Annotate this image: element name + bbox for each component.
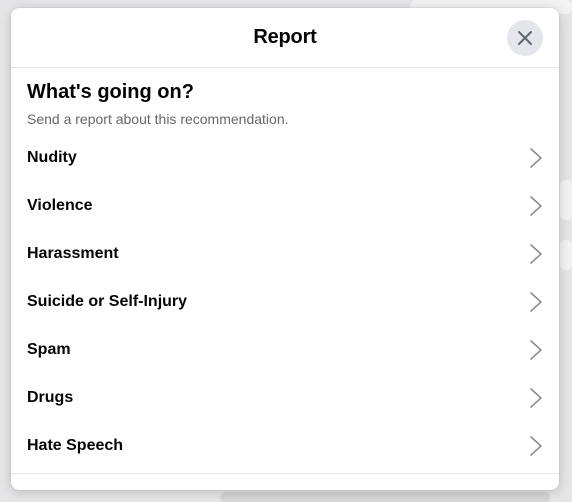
dialog-title: Report bbox=[253, 26, 317, 48]
close-button[interactable] bbox=[507, 20, 543, 56]
option-label: Violence bbox=[27, 197, 93, 214]
report-dialog: Report What's going on? Send a report ab… bbox=[11, 8, 559, 490]
option-label: Suicide or Self-Injury bbox=[27, 293, 188, 310]
close-icon bbox=[517, 30, 533, 46]
chevron-right-icon bbox=[529, 147, 543, 169]
backdrop-shape bbox=[560, 180, 572, 220]
intro-subtitle: Send a report about this recommendation. bbox=[27, 111, 289, 127]
intro-section: What's going on? Send a report about thi… bbox=[11, 68, 559, 128]
report-options-list: Nudity Violence Harassment Suicide or Se… bbox=[11, 134, 559, 470]
bottom-divider bbox=[11, 473, 559, 474]
dialog-header: Report bbox=[11, 8, 559, 68]
chevron-right-icon bbox=[529, 435, 543, 457]
report-option-spam[interactable]: Spam bbox=[11, 326, 559, 374]
report-option-suicide-self-injury[interactable]: Suicide or Self-Injury bbox=[11, 278, 559, 326]
option-label: Harassment bbox=[27, 245, 119, 262]
report-option-hate-speech[interactable]: Hate Speech bbox=[11, 422, 559, 470]
chevron-right-icon bbox=[529, 339, 543, 361]
backdrop-shape bbox=[220, 492, 550, 502]
intro-heading: What's going on? bbox=[27, 81, 194, 103]
chevron-right-icon bbox=[529, 387, 543, 409]
chevron-right-icon bbox=[529, 195, 543, 217]
chevron-right-icon bbox=[529, 291, 543, 313]
option-label: Hate Speech bbox=[27, 437, 124, 454]
report-option-drugs[interactable]: Drugs bbox=[11, 374, 559, 422]
report-option-nudity[interactable]: Nudity bbox=[11, 134, 559, 182]
report-option-harassment[interactable]: Harassment bbox=[11, 230, 559, 278]
backdrop-shape bbox=[560, 240, 572, 270]
option-label: Drugs bbox=[27, 389, 74, 406]
option-label: Nudity bbox=[27, 149, 77, 166]
option-label: Spam bbox=[27, 341, 71, 358]
chevron-right-icon bbox=[529, 243, 543, 265]
report-option-violence[interactable]: Violence bbox=[11, 182, 559, 230]
